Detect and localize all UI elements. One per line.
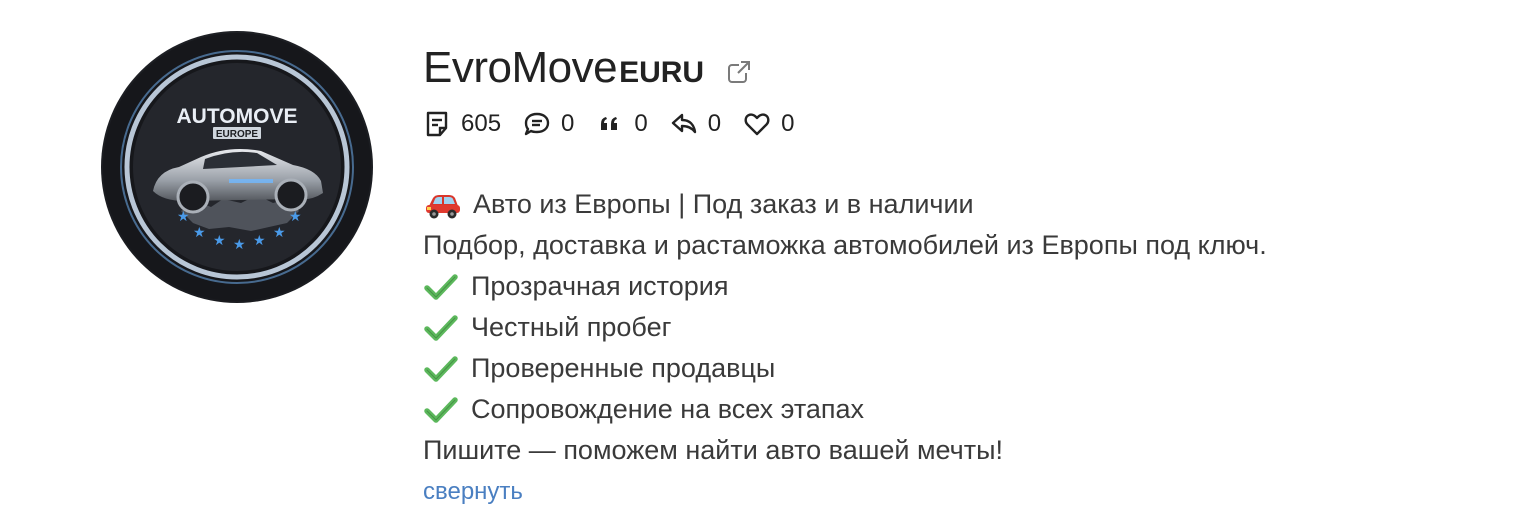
stat-quotes-value: 0 — [634, 110, 648, 137]
svg-text:★: ★ — [289, 209, 302, 225]
check-icon — [423, 313, 459, 343]
stat-comments-value: 0 — [561, 110, 575, 137]
svg-text:★: ★ — [253, 233, 266, 249]
stat-replies-value: 0 — [707, 110, 722, 137]
svg-text:★: ★ — [213, 233, 226, 249]
description-line: Пишите — поможем найти авто вашей мечты! — [423, 430, 1513, 471]
heart-icon — [743, 110, 771, 138]
stat-posts[interactable]: 605 — [423, 110, 501, 138]
stat-replies[interactable]: 0 — [670, 110, 721, 138]
svg-text:★: ★ — [273, 225, 286, 241]
check-item-text: Честный пробег — [471, 312, 672, 342]
external-link-icon[interactable] — [726, 59, 753, 85]
check-item-text: Сопровождение на всех этапах — [471, 394, 865, 424]
avatar-sub-text: EUROPE — [216, 129, 259, 140]
stat-posts-value: 605 — [461, 110, 502, 137]
check-icon — [423, 354, 459, 384]
posts-icon — [423, 110, 451, 138]
check-item-text: Проверенные продавцы — [471, 353, 776, 383]
check-item: Честный пробег — [423, 307, 1513, 348]
check-item: Сопровождение на всех этапах — [423, 389, 1513, 430]
stat-quotes[interactable]: 0 — [596, 110, 648, 138]
avatar-logo: AUTOMOVE EUROPE ★ ★ ★ ★ ★ ★ ★ — [103, 33, 371, 301]
check-item: Проверенные продавцы — [423, 348, 1513, 389]
stat-comments[interactable]: 0 — [523, 110, 574, 138]
profile-info: EvroMove EURU 605 0 0 0 0 Авто из Европы… — [423, 40, 1513, 509]
avatar[interactable]: AUTOMOVE EUROPE ★ ★ ★ ★ ★ ★ ★ — [101, 31, 373, 303]
description-line: Авто из Европы | Под заказ и в наличии — [423, 184, 1513, 225]
svg-text:★: ★ — [233, 237, 246, 253]
svg-text:★: ★ — [193, 225, 206, 241]
comments-icon — [523, 110, 551, 138]
check-item: Прозрачная история — [423, 266, 1513, 307]
stat-likes[interactable]: 0 — [743, 110, 794, 138]
avatar-brand-text: AUTOMOVE — [177, 105, 298, 128]
title-row: EvroMove EURU — [423, 40, 1513, 96]
check-icon — [423, 395, 459, 425]
stat-likes-value: 0 — [781, 110, 795, 137]
description-line-final: Пишите — поможем найти авто вашей мечты! — [423, 435, 1004, 465]
description-line-2: Подбор, доставка и растаможка автомобиле… — [423, 230, 1267, 260]
description-line: Подбор, доставка и растаможка автомобиле… — [423, 225, 1513, 266]
collapse-link[interactable]: свернуть — [423, 475, 1513, 509]
check-icon — [423, 272, 459, 302]
profile-name: EvroMove — [423, 43, 618, 92]
check-item-text: Прозрачная история — [471, 271, 729, 301]
profile-card: AUTOMOVE EUROPE ★ ★ ★ ★ ★ ★ ★ EvroMove E… — [0, 0, 1522, 524]
quote-icon — [596, 110, 624, 138]
car-icon — [423, 190, 463, 220]
profile-name-suffix: EURU — [619, 56, 705, 89]
description: Авто из Европы | Под заказ и в наличии П… — [423, 184, 1513, 471]
description-line-1: Авто из Европы | Под заказ и в наличии — [473, 189, 974, 219]
stats-row: 605 0 0 0 0 — [423, 104, 1513, 144]
reply-icon — [670, 110, 698, 138]
svg-text:★: ★ — [177, 209, 190, 225]
